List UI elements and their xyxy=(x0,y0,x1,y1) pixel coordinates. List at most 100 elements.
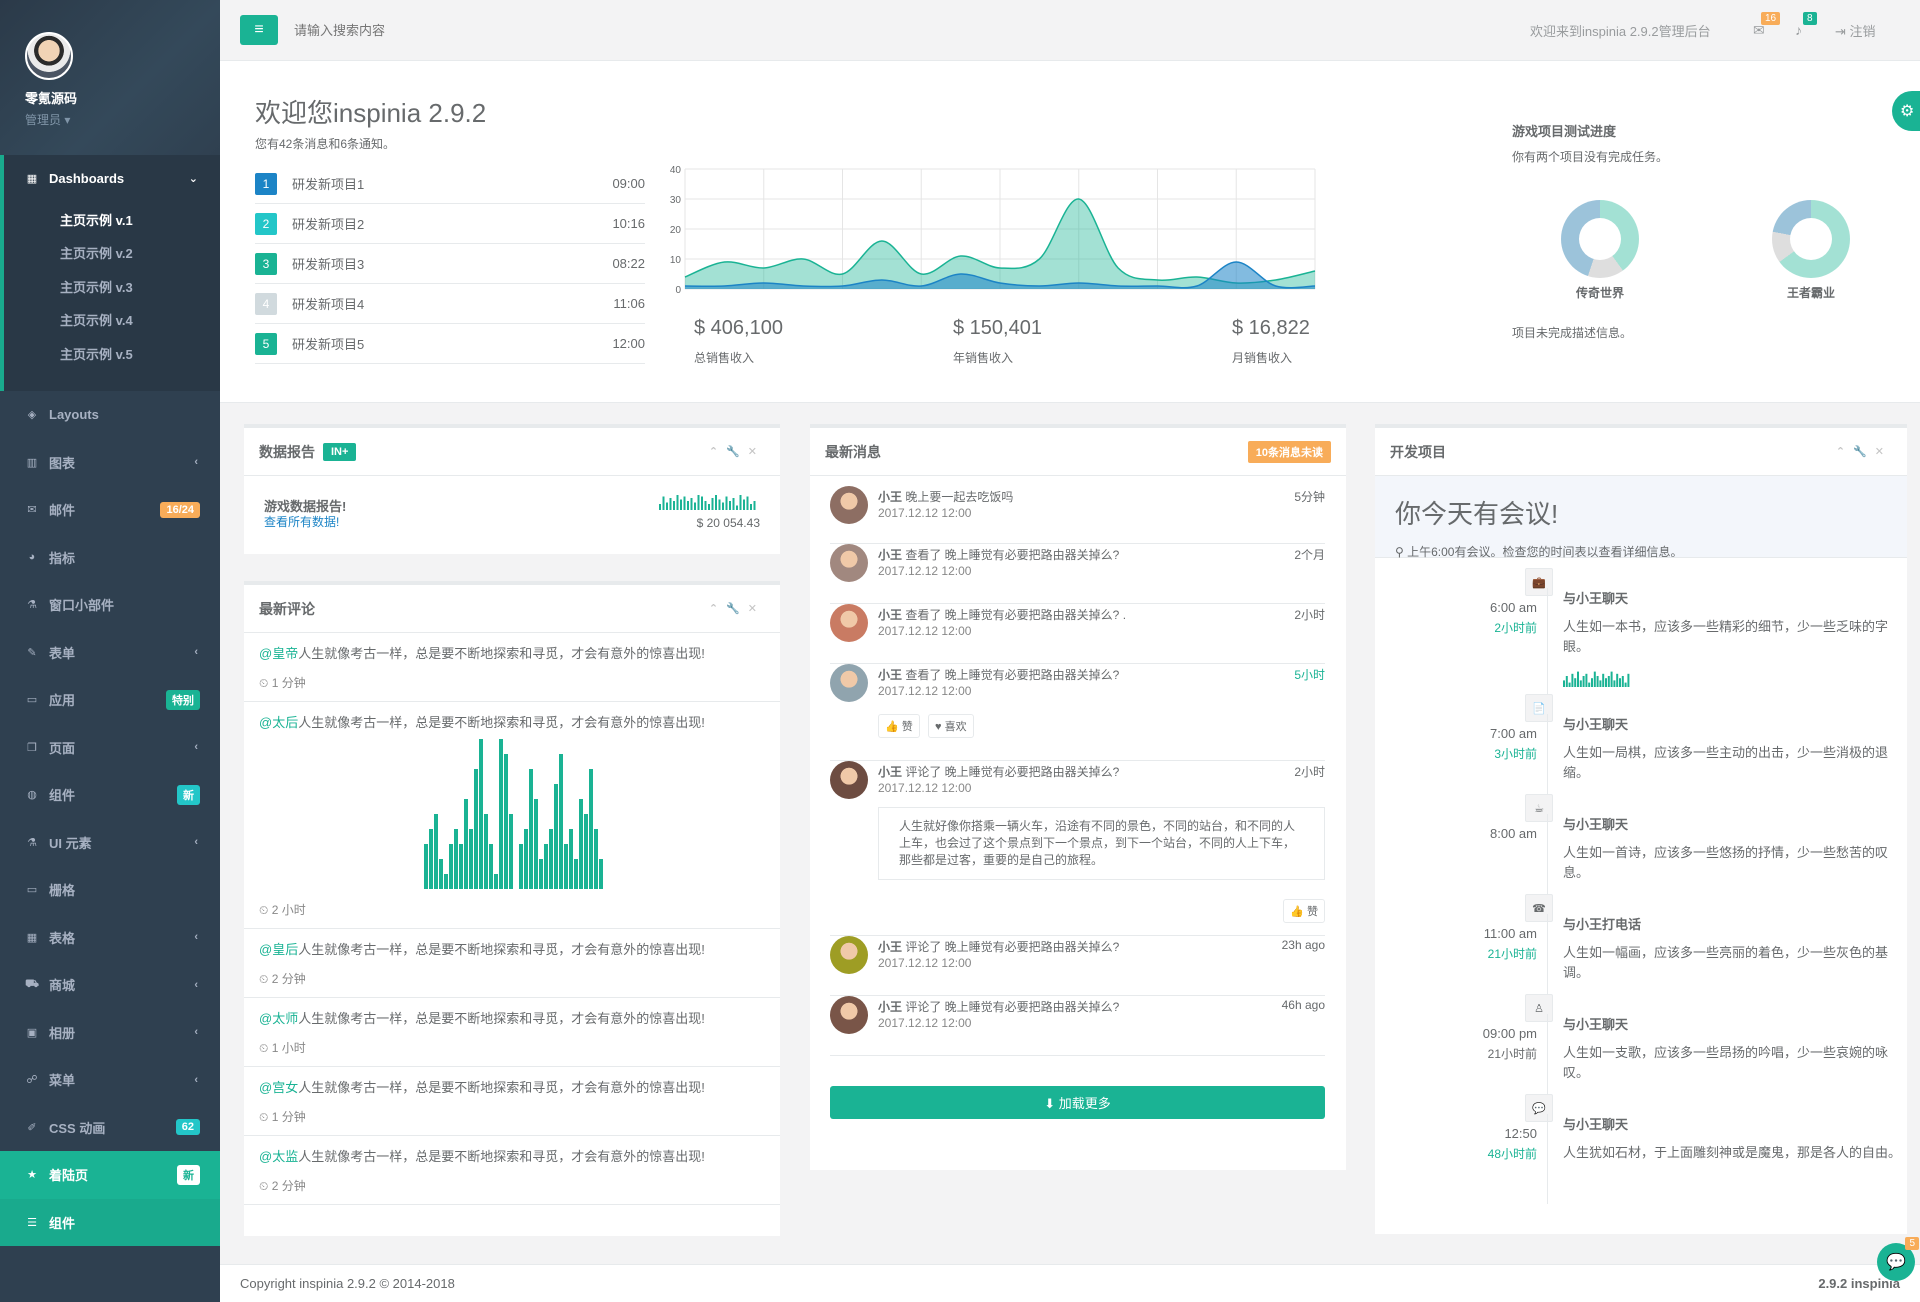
message-avatar[interactable] xyxy=(830,761,868,799)
comment-author[interactable]: @太监 xyxy=(259,1149,298,1164)
timeline-text: 人生如一首诗，应该多一些悠扬的抒情，少一些愁苦的叹息。 xyxy=(1563,845,1889,880)
subnav-item-v5[interactable]: 主页示例 v.5 xyxy=(4,337,220,371)
load-more-button[interactable]: ⬇ 加载更多 xyxy=(830,1086,1325,1119)
subnav-item-v3[interactable]: 主页示例 v.3 xyxy=(4,270,220,304)
avatar[interactable] xyxy=(25,32,73,80)
nav-item-label: 栅格 xyxy=(49,883,76,899)
zan-button[interactable]: 👍 赞 xyxy=(1283,899,1325,923)
message-avatar[interactable] xyxy=(830,544,868,582)
spark-bar xyxy=(732,498,735,510)
message-avatar[interactable] xyxy=(830,936,868,974)
comment-author[interactable]: @皇后 xyxy=(259,942,298,957)
main-nav: ◈ Layouts ▥ 图表 ‹ ✉ 邮件 16/24 ◕ 指标 ⚗ 窗口小部件 ✎ 表单 ‹ ▭ 应用 特别 ❐ 页… xyxy=(0,391,220,1151)
message-avatar[interactable] xyxy=(830,604,868,642)
nav-item-15[interactable]: ✐ CSS 动画 62 xyxy=(0,1104,220,1152)
comment-author[interactable]: @太师 xyxy=(259,1011,298,1026)
project-item[interactable]: 2 研发新项目2 10:16 xyxy=(255,204,645,244)
nav-icon: ⚗ xyxy=(27,599,37,612)
footer: Copyright inspinia 2.9.2 © 2014-2018 2.9… xyxy=(220,1264,1920,1302)
subnav-item-v4[interactable]: 主页示例 v.4 xyxy=(4,303,220,337)
spark-bar xyxy=(680,499,682,510)
project-item[interactable]: 5 研发新项目5 12:00 xyxy=(255,324,645,364)
report-link[interactable]: 查看所有数据! xyxy=(264,513,339,530)
comment-item: @皇帝人生就像考古一样，总是要不断地探索和寻觅，才会有意外的惊喜出现! ⏲ 1 分… xyxy=(244,633,780,702)
timeline-time-block: 7:00 am 3小时前 xyxy=(1490,724,1537,764)
panel-tools[interactable]: ⌃🔧✕ xyxy=(1836,445,1892,458)
game-progress-title: 游戏项目测试进度 xyxy=(1512,124,1617,139)
nav-item-6[interactable]: ▭ 应用 特别 xyxy=(0,676,220,724)
spark-bar xyxy=(753,501,756,510)
comments-list: @皇帝人生就像考古一样，总是要不断地探索和寻觅，才会有意外的惊喜出现! ⏲ 1 分… xyxy=(244,633,780,1205)
message-body: 评论了 晚上睡觉有必要把路由器关掉么? xyxy=(902,765,1120,779)
timeline-spark-bar xyxy=(1565,676,1568,687)
nav-item-14[interactable]: ☍ 菜单 ‹ xyxy=(0,1056,220,1104)
spark-bar xyxy=(729,501,731,510)
nav-item-5[interactable]: ✎ 表单 ‹ xyxy=(0,629,220,677)
comment-text: 人生就像考古一样，总是要不断地探索和寻觅，才会有意外的惊喜出现! xyxy=(298,646,705,661)
timeline-spark-bar xyxy=(1577,671,1579,687)
timeline-item: 💼 6:00 am 2小时前 与小王聊天 人生如一本书，应该多一些精彩的细节，少一些乏味… xyxy=(1375,568,1907,704)
nav-dashboards[interactable]: ▦ Dashboards ⌄ xyxy=(4,155,220,203)
message-item: 小王 查看了 晚上睡觉有必要把路由器关掉么? 2017.12.12 12:00 2个… xyxy=(830,544,1325,604)
nav-icon: ▭ xyxy=(26,694,38,707)
sign-out-icon: ⇥ xyxy=(1835,23,1850,39)
comment-author[interactable]: @宫女 xyxy=(259,1080,298,1095)
like-button[interactable]: 👍 赞 xyxy=(878,714,920,738)
nav-item-9[interactable]: ⚗ UI 元素 ‹ xyxy=(0,819,220,867)
comment-chart-bar xyxy=(469,829,473,889)
timeline-time-block: 12:50 48小时前 xyxy=(1488,1124,1537,1164)
profile-role-dropdown[interactable]: 管理员 ▾ xyxy=(25,111,220,128)
nav-item-12[interactable]: ⛟ 商城 ‹ xyxy=(0,961,220,1009)
timeline-text: 人生如一幅画，应该多一些亮丽的着色，少一些灰色的基调。 xyxy=(1563,945,1889,980)
comment-bar-chart xyxy=(424,739,603,889)
message-avatar[interactable] xyxy=(830,664,868,702)
nav-components-bottom[interactable]: ☰ 组件 xyxy=(0,1198,220,1246)
comment-text: 人生就像考古一样，总是要不断地探索和寻觅，才会有意外的惊喜出现! xyxy=(298,715,705,730)
search-input[interactable] xyxy=(294,22,594,38)
nav-item-1[interactable]: ▥ 图表 ‹ xyxy=(0,439,220,487)
donut-chart-1 xyxy=(1561,200,1639,278)
project-item[interactable]: 1 研发新项目1 09:00 xyxy=(255,164,645,204)
nav-item-label: 指标 xyxy=(49,550,76,566)
nav-item-4[interactable]: ⚗ 窗口小部件 xyxy=(0,581,220,629)
comment-author[interactable]: @太后 xyxy=(259,715,298,730)
nav-item-8[interactable]: ◍ 组件 新 xyxy=(0,771,220,819)
project-time: 09:00 xyxy=(612,176,645,191)
message-text: 小王 查看了 晚上睡觉有必要把路由器关掉么? xyxy=(878,546,1119,563)
y-tick-label: 20 xyxy=(670,225,682,236)
panel-tools[interactable]: ⌃🔧✕ xyxy=(709,445,765,458)
message-avatar[interactable] xyxy=(830,996,868,1034)
nav-components-label: 组件 xyxy=(49,1215,76,1231)
messages-list: 小王 晚上要一起去吃饭吗 2017.12.12 12:00 5分钟 小王 查看了 晚上… xyxy=(810,476,1346,1166)
project-item[interactable]: 3 研发新项目3 08:22 xyxy=(255,244,645,284)
nav-item-7[interactable]: ❐ 页面 ‹ xyxy=(0,724,220,772)
nav-item-label: 应用 xyxy=(49,693,76,709)
comment-chart-bar xyxy=(449,844,453,889)
mail-icon[interactable]: ✉ 16 xyxy=(1753,11,1781,39)
nav-item-11[interactable]: ▦ 表格 ‹ xyxy=(0,914,220,962)
nav-item-label: 相册 xyxy=(49,1025,76,1041)
bell-icon[interactable]: ♪ 8 xyxy=(1795,12,1817,38)
settings-gear-icon[interactable]: ⚙ xyxy=(1892,91,1920,131)
menu-toggle-button[interactable]: ≡ xyxy=(240,15,278,45)
project-item[interactable]: 4 研发新项目4 11:06 xyxy=(255,284,645,324)
nav-item-10[interactable]: ▭ 栅格 xyxy=(0,866,220,914)
chat-button[interactable]: 💬 5 xyxy=(1877,1237,1919,1281)
nav-landing-badge: 新 xyxy=(177,1164,200,1185)
comment-chart-bar xyxy=(424,844,428,889)
panel-tools[interactable]: ⌃🔧✕ xyxy=(709,602,765,615)
nav-item-13[interactable]: ▣ 相册 ‹ xyxy=(0,1009,220,1057)
nav-item-2[interactable]: ✉ 邮件 16/24 xyxy=(0,486,220,534)
logout-link[interactable]: ⇥ 注销 xyxy=(1835,21,1876,40)
comment-chart-bar xyxy=(464,799,468,889)
comment-author[interactable]: @皇帝 xyxy=(259,646,298,661)
nav-item-0[interactable]: ◈ Layouts xyxy=(0,391,220,439)
nav-landing[interactable]: ★ 着陆页 新 xyxy=(0,1151,220,1199)
timeline-spark-bar xyxy=(1571,673,1574,687)
message-avatar[interactable] xyxy=(830,486,868,524)
message-text: 小王 评论了 晚上睡觉有必要把路由器关掉么? xyxy=(878,763,1119,780)
nav-item-3[interactable]: ◕ 指标 xyxy=(0,534,220,582)
subnav-item-v1[interactable]: 主页示例 v.1 xyxy=(4,203,220,237)
subnav-item-v2[interactable]: 主页示例 v.2 xyxy=(4,236,220,270)
love-button[interactable]: ♥ 喜欢 xyxy=(928,714,974,738)
